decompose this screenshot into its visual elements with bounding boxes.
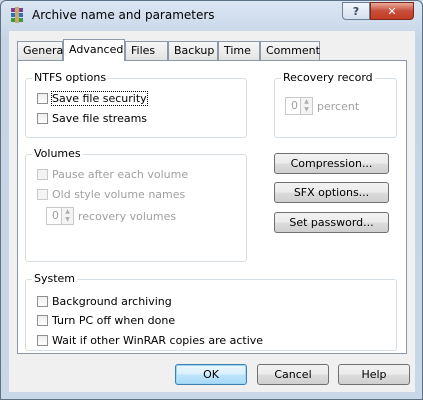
spinner-arrows[interactable]: ▲ ▼: [62, 207, 74, 225]
recovery-percent-spinner[interactable]: 0 ▲ ▼: [285, 97, 313, 115]
set-password-button[interactable]: Set password...: [274, 212, 389, 233]
percent-label: percent: [317, 99, 360, 113]
help-title-button[interactable]: ?: [342, 2, 370, 20]
pause-volume-checkbox[interactable]: Pause after each volume: [37, 168, 188, 181]
wait-copies-label: Wait if other WinRAR copies are active: [52, 334, 264, 347]
down-arrow-icon[interactable]: ▼: [62, 216, 73, 224]
recovery-percent-value[interactable]: 0: [285, 97, 301, 115]
cancel-button[interactable]: Cancel: [257, 364, 329, 385]
window-title: Archive name and parameters: [32, 8, 215, 22]
save-streams-label: Save file streams: [52, 112, 148, 125]
tab-general[interactable]: General: [17, 41, 66, 60]
save-security-checkbox[interactable]: Save file security: [37, 91, 148, 106]
sfx-options-button[interactable]: SFX options...: [274, 182, 389, 203]
tab-comment[interactable]: Comment: [260, 41, 320, 60]
save-security-label: Save file security: [51, 91, 148, 106]
recovery-record-label: Recovery record: [281, 71, 375, 84]
ntfs-options-group: NTFS options Save file security Save fil…: [25, 71, 247, 138]
winrar-app-icon: [9, 7, 25, 23]
recovery-percent-row: 0 ▲ ▼ percent: [285, 97, 359, 115]
tab-time[interactable]: Time: [218, 41, 260, 60]
up-arrow-icon[interactable]: ▲: [301, 98, 312, 106]
old-style-names-checkbox[interactable]: Old style volume names: [37, 188, 185, 201]
system-label: System: [32, 272, 78, 285]
checkbox-box[interactable]: [37, 189, 48, 200]
save-streams-checkbox[interactable]: Save file streams: [37, 112, 147, 125]
system-group: System Background archiving Turn PC off …: [25, 272, 397, 351]
close-icon[interactable]: ✕: [370, 2, 414, 20]
recovery-record-group: Recovery record 0 ▲ ▼ percent: [274, 71, 397, 138]
ntfs-options-label: NTFS options: [32, 71, 109, 84]
background-archiving-label: Background archiving: [52, 295, 172, 308]
volumes-label: Volumes: [32, 147, 83, 160]
recovery-volumes-value[interactable]: 0: [46, 207, 62, 225]
old-style-names-label: Old style volume names: [52, 188, 186, 201]
recovery-volumes-row: 0 ▲ ▼ recovery volumes: [46, 207, 176, 225]
volumes-group: Volumes Pause after each volume Old styl…: [25, 147, 247, 262]
checkbox-box[interactable]: [37, 296, 48, 307]
dialog-window: Archive name and parameters ? ✕ General …: [0, 0, 423, 400]
pause-volume-label: Pause after each volume: [52, 168, 189, 181]
dialog-client: General Advanced Files Backup Time Comme…: [9, 31, 415, 392]
wait-copies-checkbox[interactable]: Wait if other WinRAR copies are active: [37, 334, 263, 347]
help-button[interactable]: Help: [338, 364, 410, 385]
background-archiving-checkbox[interactable]: Background archiving: [37, 295, 172, 308]
down-arrow-icon[interactable]: ▼: [301, 106, 312, 114]
title-bar[interactable]: Archive name and parameters ? ✕: [1, 1, 422, 29]
ok-button[interactable]: OK: [175, 364, 247, 385]
checkbox-box[interactable]: [37, 335, 48, 346]
advanced-tab-panel: NTFS options Save file security Save fil…: [17, 60, 407, 354]
tab-backup[interactable]: Backup: [168, 41, 218, 60]
tab-advanced[interactable]: Advanced: [63, 39, 125, 61]
checkbox-box[interactable]: [37, 93, 48, 104]
turn-off-pc-checkbox[interactable]: Turn PC off when done: [37, 314, 175, 327]
compression-button[interactable]: Compression...: [274, 153, 389, 174]
checkbox-box[interactable]: [37, 169, 48, 180]
checkbox-box[interactable]: [37, 315, 48, 326]
up-arrow-icon[interactable]: ▲: [62, 208, 73, 216]
recovery-volumes-spinner[interactable]: 0 ▲ ▼: [46, 207, 74, 225]
turn-off-pc-label: Turn PC off when done: [52, 314, 176, 327]
spinner-arrows[interactable]: ▲ ▼: [301, 97, 313, 115]
recovery-volumes-label: recovery volumes: [78, 209, 177, 223]
checkbox-box[interactable]: [37, 113, 48, 124]
tab-files[interactable]: Files: [125, 41, 168, 60]
